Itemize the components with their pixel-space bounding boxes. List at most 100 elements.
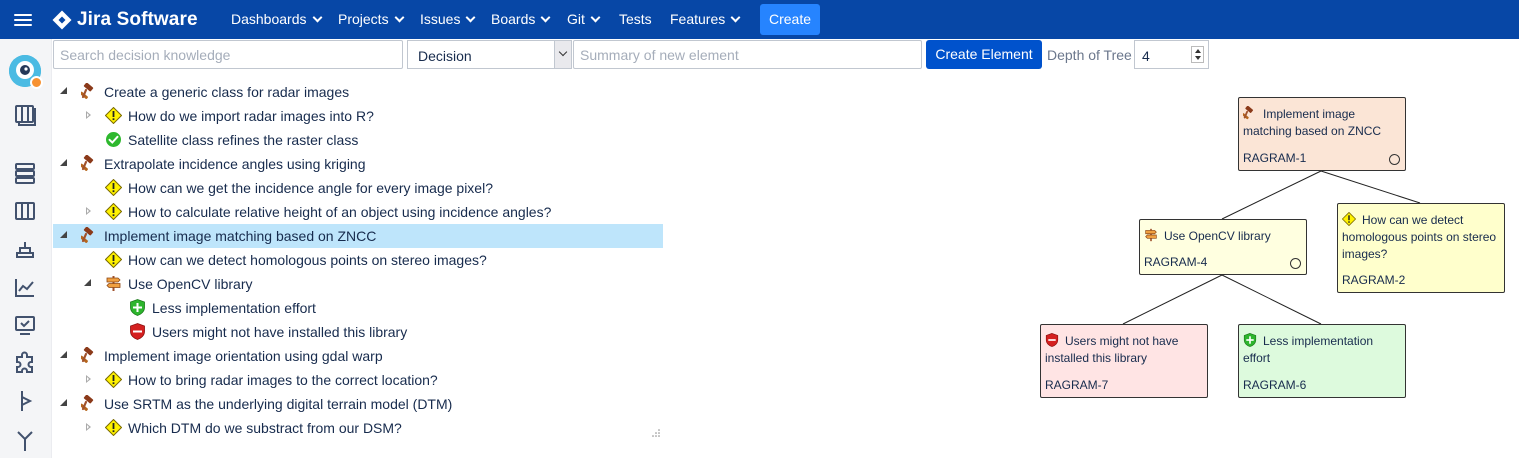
tree-collapse-icon[interactable] [84,279,93,288]
con-icon [1045,333,1059,347]
tree-collapse-icon[interactable] [60,159,69,168]
branch-icon[interactable] [13,429,37,453]
spinner-icon[interactable] [1191,46,1204,63]
pro-icon [1243,333,1257,347]
avatar-badge [30,76,43,89]
tree-row-label: How to calculate relative height of an o… [128,204,552,220]
nav-issues[interactable]: Issues [420,0,476,39]
jira-logo-icon [52,10,72,29]
backlog-icon[interactable] [13,161,37,185]
tree-row[interactable]: Extrapolate incidence angles using krigi… [53,152,663,176]
columns-icon[interactable] [13,199,37,223]
issue-icon [1342,212,1356,226]
tree-collapse-icon[interactable] [60,87,69,96]
issue-icon [105,203,122,220]
tree-row[interactable]: Implement image matching based on ZNCC [53,224,663,248]
tree-row-label: Implement image matching based on ZNCC [104,228,377,244]
tree-row[interactable]: How to bring radar images to the correct… [53,368,663,392]
graph-node-key: RAGRAM-1 [1243,151,1307,165]
nav-projects[interactable]: Projects [338,0,405,39]
decision-icon [81,347,98,364]
graph-node-con[interactable]: Users might not have installed this libr… [1040,324,1208,398]
tree-row-label: Use OpenCV library [128,276,253,292]
graph-node-alternative[interactable]: Use OpenCV library RAGRAM-4 [1139,219,1307,275]
tree-row[interactable]: How do we import radar images into R? [53,104,663,128]
expand-circle-icon[interactable] [1290,258,1301,269]
tree-expand-icon[interactable] [84,423,93,432]
graph-node-pro[interactable]: Less implementation effort RAGRAM-6 [1238,324,1406,398]
graph-node-text: Users might not have installed this libr… [1045,334,1179,365]
con-icon [129,323,146,340]
tests-icon[interactable] [13,313,37,337]
expand-circle-icon[interactable] [1389,154,1400,165]
tree-row[interactable]: Create a generic class for radar images [53,80,663,104]
depth-of-tree-input[interactable]: 4 [1134,40,1209,69]
tree-row-label: How can we get the incidence angle for e… [128,180,493,196]
decision-icon [81,395,98,412]
graph-node-text: How can we detect homologous points on s… [1342,213,1497,261]
graph-node-summary: Implement image matching based on ZNCC [1243,106,1403,140]
tree-row-label: Create a generic class for radar images [104,84,350,100]
chevron-down-icon [590,12,601,23]
resize-grip-icon[interactable] [651,428,660,437]
graph-node-issue[interactable]: How can we detect homologous points on s… [1337,203,1505,293]
tree-row[interactable]: Less implementation effort [53,296,663,320]
depth-value: 4 [1142,48,1150,64]
nav-git[interactable]: Git [567,0,601,39]
brand-name: Jira Software [77,8,198,30]
releases-icon[interactable] [13,237,37,261]
element-type-select[interactable]: Decision [407,40,572,69]
board-icon[interactable] [13,103,37,127]
tree-row[interactable]: How can we get the incidence angle for e… [53,176,663,200]
tree-row-label: Satellite class refines the raster class [128,132,359,148]
edge-n4-n7 [1122,274,1223,325]
app-switcher-icon[interactable] [14,11,32,27]
tree-row[interactable]: How can we detect homologous points on s… [53,248,663,272]
graph-node-decision[interactable]: Implement image matching based on ZNCC RA… [1238,97,1406,171]
edge-n1-n4 [1221,170,1322,220]
tree-row-label: How do we import radar images into R? [128,108,374,124]
create-element-button[interactable]: Create Element [926,40,1042,69]
tree-row[interactable]: Implement image orientation using gdal w… [53,344,663,368]
tree-expand-icon[interactable] [84,207,93,216]
pro-icon [129,299,146,316]
jira-logo[interactable]: Jira Software [52,7,198,32]
tree-row[interactable]: Users might not have installed this libr… [53,320,663,344]
decision-icon [81,155,98,172]
chevron-down-icon [466,12,476,23]
tree-row[interactable]: Satellite class refines the raster class [53,128,663,152]
search-knowledge-input[interactable] [53,40,403,69]
graph-node-key: RAGRAM-7 [1045,378,1109,392]
issue-icon [105,107,122,124]
addons-icon[interactable] [13,351,37,375]
project-avatar[interactable] [9,55,43,89]
tree-collapse-icon[interactable] [60,351,69,360]
commit-icon[interactable] [13,389,37,413]
nav-tests[interactable]: Tests [619,0,652,39]
tree-row[interactable]: How to calculate relative height of an o… [53,200,663,224]
depth-of-tree-label: Depth of Tree [1047,47,1132,63]
tree-expand-icon[interactable] [84,375,93,384]
tree-row-label: Implement image orientation using gdal w… [104,348,383,364]
chevron-down-icon [730,12,741,23]
edge-n4-n6 [1221,274,1322,325]
tree-collapse-icon[interactable] [60,399,69,408]
reports-icon[interactable] [13,275,37,299]
tree-row[interactable]: Use OpenCV library [53,272,663,296]
decision-icon [81,83,98,100]
tree-collapse-icon[interactable] [60,231,69,240]
tree-row-label: Which DTM do we substract from our DSM? [128,420,402,436]
graph-node-summary: How can we detect homologous points on s… [1342,212,1502,263]
issue-icon [105,419,122,436]
graph-node-text: Less implementation effort [1243,334,1374,365]
new-element-summary-input[interactable] [573,40,922,69]
project-sidebar [0,39,52,458]
tree-row-label: Users might not have installed this libr… [152,324,408,340]
create-button[interactable]: Create [760,4,820,35]
tree-row[interactable]: Which DTM do we substract from our DSM? [53,416,663,440]
nav-boards[interactable]: Boards [491,0,551,39]
nav-features[interactable]: Features [670,0,741,39]
tree-expand-icon[interactable] [84,111,93,120]
tree-row[interactable]: Use SRTM as the underlying digital terra… [53,392,663,416]
nav-dashboards[interactable]: Dashboards [231,0,322,39]
